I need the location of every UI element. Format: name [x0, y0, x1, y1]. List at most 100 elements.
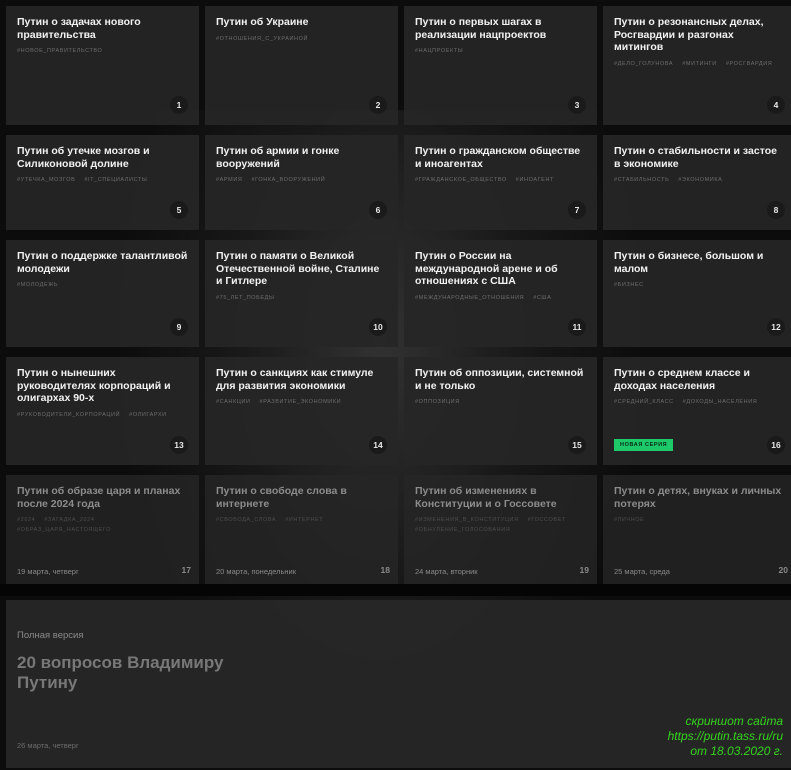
episode-card[interactable]: Путин о нынешних руководителях корпораци…	[6, 357, 199, 465]
tag-link[interactable]: #РУКОВОДИТЕЛИ_КОРПОРАЦИЙ	[17, 412, 120, 418]
caption-line-1: скриншот сайта	[685, 714, 783, 728]
episode-card[interactable]: Путин о поддержке талантливой молодежи #М…	[6, 240, 199, 347]
episode-title: Путин о среднем классе и доходах населен…	[614, 367, 750, 392]
new-episode-badge: НОВАЯ СЕРИЯ	[614, 439, 674, 451]
tag-list: #ЛИЧНОЕ	[614, 517, 785, 523]
episode-number: 14	[369, 436, 387, 454]
tag-link[interactable]: #БИЗНЕС	[614, 282, 644, 288]
tag-list: #ИЗМЕНЕНИЯ_В_КОНСТИТУЦИЯ #ГОССОВЕТ #ОБНУЛЕ…	[415, 517, 586, 533]
episode-title: Путин о нынешних руководителях корпораци…	[17, 367, 171, 404]
tag-link[interactable]: #УТЕЧКА_МОЗГОВ	[17, 177, 75, 183]
episode-card[interactable]: Путин о бизнесе, большом и малом #БИЗНЕС 1…	[603, 240, 791, 347]
episode-card[interactable]: Путин об утечке мозгов и Силиконовой дол…	[6, 135, 199, 230]
tag-link[interactable]: #ЭКОНОМИКА	[678, 177, 722, 183]
tag-link[interactable]: #ОТНОШЕНИЯ_С_УКРАИНОЙ	[216, 36, 308, 42]
hero-title: 20 вопросов Владимиру Путину	[17, 653, 224, 692]
episode-title: Путин о гражданском обществе и иноагента…	[415, 145, 581, 170]
episode-number: 19	[579, 565, 589, 575]
tag-list: #75_ЛЕТ_ПОБЕДЫ	[216, 295, 387, 301]
tag-link[interactable]: #МОЛОДЕЖЬ	[17, 282, 58, 288]
tag-link[interactable]: #IT_СПЕЦИАЛИСТЫ	[84, 177, 147, 183]
tag-link[interactable]: #ИЗМЕНЕНИЯ_В_КОНСТИТУЦИЯ	[415, 517, 519, 523]
episode-card[interactable]: Путин об оппозиции, системной и не тольк…	[404, 357, 597, 465]
tag-link[interactable]: #ДОХОДЫ_НАСЕЛЕНИЯ	[683, 399, 758, 405]
episode-card[interactable]: Путин о памяти о Великой Отечественной в…	[205, 240, 398, 347]
episode-card[interactable]: Путин о гражданском обществе и иноагента…	[404, 135, 597, 230]
tag-list: #НАЦПРОЕКТЫ	[415, 48, 586, 54]
tag-link[interactable]: #АРМИЯ	[216, 177, 242, 183]
episode-card[interactable]: Путин о первых шагах в реализации нацпро…	[404, 6, 597, 125]
episode-card[interactable]: Путин об Украине #ОТНОШЕНИЯ_С_УКРАИНОЙ 2	[205, 6, 398, 125]
episode-card[interactable]: Путин о среднем классе и доходах населен…	[603, 357, 791, 465]
tag-link[interactable]: #США	[533, 295, 551, 301]
hero-date: 26 марта, четверг	[17, 741, 79, 750]
tag-list: #ДЕЛО_ГОЛУНОВА #МИТИНГИ #РОСГВАРДИЯ	[614, 61, 785, 67]
episode-card[interactable]: Путин о задачах нового правительства #НОВ…	[6, 6, 199, 125]
episode-number: 4	[767, 96, 785, 114]
tag-link[interactable]: #РАЗВИТИЕ_ЭКОНОМИКИ	[260, 399, 342, 405]
tag-link[interactable]: #СРЕДНИЙ_КЛАСС	[614, 399, 674, 405]
episode-number: 1	[170, 96, 188, 114]
episode-title: Путин об утечке мозгов и Силиконовой дол…	[17, 145, 150, 170]
episode-title: Путин об Украине	[216, 16, 309, 28]
caption-line-3: от 18.03.2020 г.	[690, 744, 783, 758]
tag-link[interactable]: #НАЦПРОЕКТЫ	[415, 48, 463, 54]
tag-list: #МЕЖДУНАРОДНЫЕ_ОТНОШЕНИЯ #США	[415, 295, 586, 301]
tag-link[interactable]: #ГРАЖДАНСКОЕ_ОБЩЕСТВО	[415, 177, 507, 183]
episode-number: 20	[778, 565, 788, 575]
tag-link[interactable]: #СВОБОДА_СЛОВА	[216, 517, 276, 523]
tag-link[interactable]: #75_ЛЕТ_ПОБЕДЫ	[216, 295, 274, 301]
tag-link[interactable]: #2024	[17, 517, 35, 523]
episode-title: Путин о поддержке талантливой молодежи	[17, 250, 188, 275]
episode-number: 3	[568, 96, 586, 114]
episode-card[interactable]: Путин об образе царя и планах после 2024…	[6, 475, 199, 590]
tag-link[interactable]: #СТАБИЛЬНОСТЬ	[614, 177, 669, 183]
episode-title: Путин о стабильности и застое в экономик…	[614, 145, 777, 170]
tag-link[interactable]: #ОБНУЛЕНИЕ_ГОЛОСОВАНИЯ	[415, 527, 510, 533]
tag-link[interactable]: #РОСГВАРДИЯ	[726, 61, 773, 67]
episode-title: Путин о первых шагах в реализации нацпро…	[415, 16, 547, 41]
episode-card[interactable]: Путин об изменениях в Конституции и о Го…	[404, 475, 597, 590]
tag-link[interactable]: #ОППОЗИЦИЯ	[415, 399, 460, 405]
tag-list: #СРЕДНИЙ_КЛАСС #ДОХОДЫ_НАСЕЛЕНИЯ	[614, 399, 785, 405]
tag-link[interactable]: #ГОССОВЕТ	[528, 517, 566, 523]
episode-number: 6	[369, 201, 387, 219]
episode-grid: Путин о задачах нового правительства #НОВ…	[6, 6, 791, 590]
tag-link[interactable]: #ДЕЛО_ГОЛУНОВА	[614, 61, 673, 67]
episode-date: 19 марта, четверг	[17, 567, 79, 576]
episode-card[interactable]: Путин о санкциях как стимуле для развити…	[205, 357, 398, 465]
tag-link[interactable]: #ЛИЧНОЕ	[614, 517, 644, 523]
episode-card[interactable]: Путин о резонансных делах, Росгвардии и …	[603, 6, 791, 125]
episode-card[interactable]: Путин о свободе слова в интернете #СВОБОД…	[205, 475, 398, 590]
tag-list: #НОВОЕ_ПРАВИТЕЛЬСТВО	[17, 48, 188, 54]
tag-link[interactable]: #ИНТЕРНЕТ	[285, 517, 323, 523]
tag-link[interactable]: #МЕЖДУНАРОДНЫЕ_ОТНОШЕНИЯ	[415, 295, 524, 301]
episode-number: 13	[170, 436, 188, 454]
episode-title: Путин о детях, внуках и личных потерях	[614, 485, 782, 510]
tag-list: #РУКОВОДИТЕЛИ_КОРПОРАЦИЙ #ОЛИГАРХИ	[17, 412, 188, 418]
episode-card[interactable]: Путин о детях, внуках и личных потерях #Л…	[603, 475, 791, 590]
tag-link[interactable]: #НОВОЕ_ПРАВИТЕЛЬСТВО	[17, 48, 102, 54]
episode-number: 18	[380, 565, 390, 575]
episode-date: 25 марта, среда	[614, 567, 670, 576]
tag-list: #САНКЦИИ #РАЗВИТИЕ_ЭКОНОМИКИ	[216, 399, 387, 405]
episode-title: Путин об образе царя и планах после 2024…	[17, 485, 181, 510]
episode-card[interactable]: Путин о России на международной арене и …	[404, 240, 597, 347]
tag-list: #АРМИЯ #ГОНКА_ВООРУЖЕНИЙ	[216, 177, 387, 183]
tag-link[interactable]: #ИНОАГЕНТ	[516, 177, 554, 183]
episode-date: 20 марта, понедельник	[216, 567, 297, 576]
screenshot-caption: скриншот сайта https://putin.tass.ru/ru …	[668, 714, 783, 759]
tag-list: #2024 #ЗАГАДКА_2024 #ОБРАЗ_ЦАРЯ_НАСТОЯЩЕГО	[17, 517, 188, 533]
tag-link[interactable]: #МИТИНГИ	[682, 61, 717, 67]
tag-link[interactable]: #ОЛИГАРХИ	[129, 412, 167, 418]
section-divider	[0, 584, 791, 596]
episode-number: 5	[170, 201, 188, 219]
episode-number: 10	[369, 318, 387, 336]
tag-link[interactable]: #ГОНКА_ВООРУЖЕНИЙ	[251, 177, 325, 183]
tag-link[interactable]: #ОБРАЗ_ЦАРЯ_НАСТОЯЩЕГО	[17, 527, 111, 533]
tag-list: #СТАБИЛЬНОСТЬ #ЭКОНОМИКА	[614, 177, 785, 183]
episode-card[interactable]: Путин об армии и гонке вооружений #АРМИЯ #…	[205, 135, 398, 230]
tag-link[interactable]: #САНКЦИИ	[216, 399, 251, 405]
episode-card[interactable]: Путин о стабильности и застое в экономик…	[603, 135, 791, 230]
tag-link[interactable]: #ЗАГАДКА_2024	[44, 517, 94, 523]
